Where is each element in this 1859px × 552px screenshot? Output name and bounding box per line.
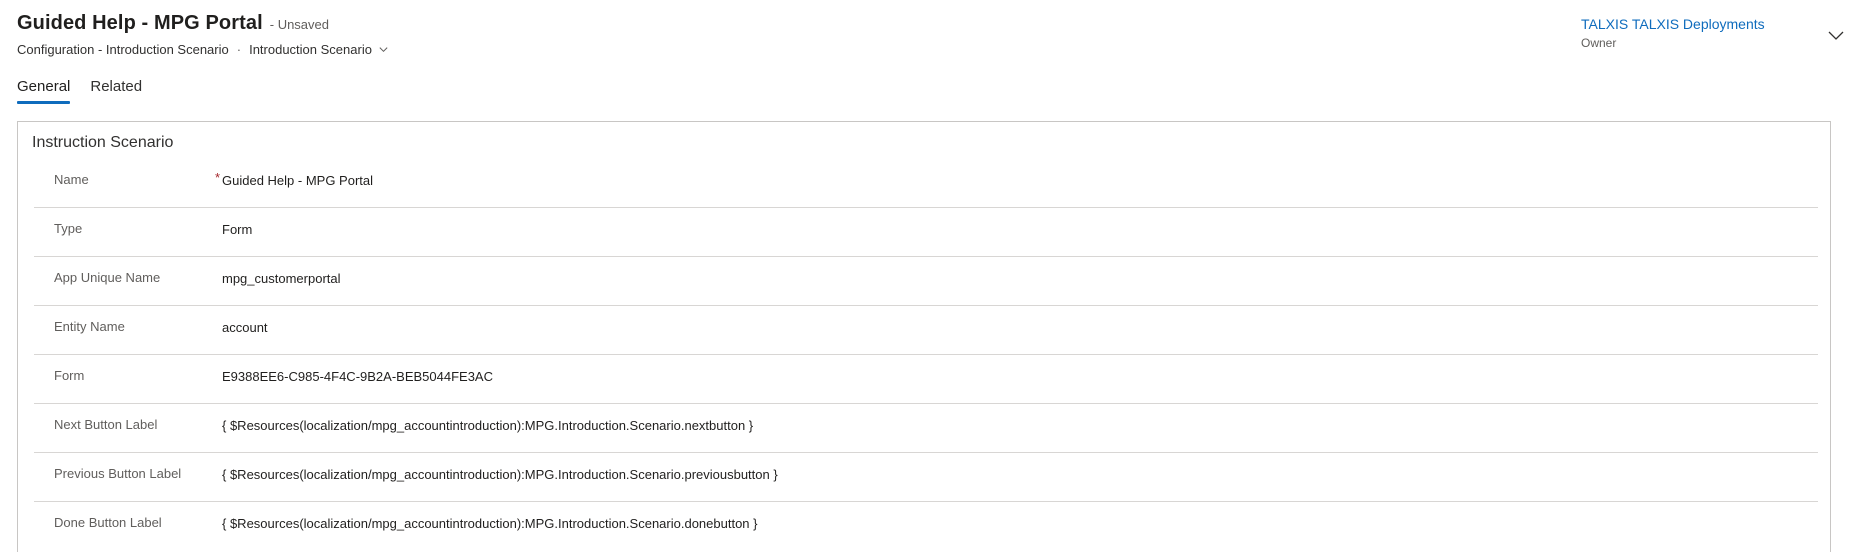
form-selector[interactable]: Introduction Scenario <box>249 42 389 57</box>
field-label-type: Type <box>54 221 83 236</box>
field-row-form: Form E9388EE6-C985-4F4C-9B2A-BEB5044FE3A… <box>34 355 1818 404</box>
field-row-type: Type Form <box>34 208 1818 257</box>
field-label-form: Form <box>54 368 85 383</box>
field-label-name: Name <box>54 172 89 187</box>
tab-list: General Related <box>17 78 162 104</box>
save-status: - Unsaved <box>269 17 329 32</box>
field-label-next-button-label: Next Button Label <box>54 417 158 432</box>
field-label-done-button-label: Done Button Label <box>54 515 162 530</box>
subtitle-separator: · <box>236 42 242 57</box>
field-row-previous-button-label: Previous Button Label { $Resources(local… <box>34 453 1818 502</box>
tab-general[interactable]: General <box>17 78 71 104</box>
owner-link[interactable]: TALXIS TALXIS Deployments <box>1581 16 1801 32</box>
entity-name-input[interactable]: account <box>222 313 1818 343</box>
next-button-label-input[interactable]: { $Resources(localization/mpg_accountint… <box>222 411 1818 441</box>
field-row-app-unique-name: App Unique Name mpg_customerportal <box>34 257 1818 306</box>
done-button-label-input[interactable]: { $Resources(localization/mpg_accountint… <box>222 509 1818 539</box>
form-id-input[interactable]: E9388EE6-C985-4F4C-9B2A-BEB5044FE3AC <box>222 362 1818 392</box>
owner-field: TALXIS TALXIS Deployments Owner <box>1581 16 1801 50</box>
section-title: Instruction Scenario <box>32 134 174 151</box>
field-label-previous-button-label: Previous Button Label <box>54 466 182 481</box>
instruction-scenario-section: Instruction Scenario Name * Guided Help … <box>17 121 1831 552</box>
required-indicator: * <box>215 170 221 185</box>
record-form-page: Guided Help - MPG Portal - Unsaved Confi… <box>0 0 1859 552</box>
app-unique-name-input[interactable]: mpg_customerportal <box>222 264 1818 294</box>
field-row-done-button-label: Done Button Label { $Resources(localizat… <box>34 502 1818 550</box>
field-label-app-unique-name: App Unique Name <box>54 270 161 285</box>
name-input[interactable]: Guided Help - MPG Portal <box>222 166 1818 196</box>
field-list: Name * Guided Help - MPG Portal Type For… <box>34 159 1818 550</box>
field-row-name: Name * Guided Help - MPG Portal <box>34 159 1818 208</box>
previous-button-label-input[interactable]: { $Resources(localization/mpg_accountint… <box>222 460 1818 490</box>
type-select[interactable]: Form <box>222 215 1818 245</box>
record-title: Guided Help - MPG Portal <box>17 12 263 34</box>
header-expand-button[interactable] <box>1825 24 1847 46</box>
form-selector-label: Introduction Scenario <box>249 42 372 57</box>
field-label-entity-name: Entity Name <box>54 319 125 334</box>
field-row-entity-name: Entity Name account <box>34 306 1818 355</box>
entity-label: Configuration - Introduction Scenario <box>17 42 229 57</box>
chevron-down-icon <box>379 47 388 53</box>
field-row-next-button-label: Next Button Label { $Resources(localizat… <box>34 404 1818 453</box>
tab-related[interactable]: Related <box>90 78 142 104</box>
owner-label: Owner <box>1581 36 1617 50</box>
